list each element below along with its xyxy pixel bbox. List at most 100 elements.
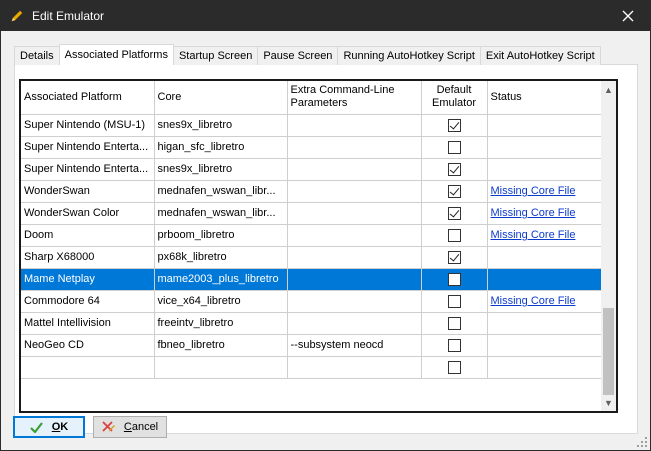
table-row[interactable]: Super Nintendo (MSU-1) snes9x_libretro xyxy=(21,114,601,137)
table-row[interactable]: Mattel Intellivision freeintv_libretro xyxy=(21,312,601,335)
cell-default-emulator[interactable] xyxy=(421,356,488,379)
default-emulator-checkbox[interactable] xyxy=(447,206,461,220)
ok-button[interactable]: OK xyxy=(13,416,85,438)
cell-default-emulator[interactable] xyxy=(421,268,488,291)
cell-platform[interactable]: Super Nintendo Enterta... xyxy=(21,158,155,181)
column-header-status[interactable]: Status xyxy=(487,81,601,115)
tab-running-autohotkey-script[interactable]: Running AutoHotkey Script xyxy=(337,46,481,65)
cell-default-emulator[interactable] xyxy=(421,114,488,137)
platform-grid[interactable]: Associated Platform Core Extra Command-L… xyxy=(19,79,601,413)
cell-status xyxy=(487,312,601,335)
cell-default-emulator[interactable] xyxy=(421,290,488,313)
cell-default-emulator[interactable] xyxy=(421,334,488,357)
default-emulator-checkbox[interactable] xyxy=(447,228,461,242)
tab-details[interactable]: Details xyxy=(14,46,60,65)
cell-extra-params[interactable] xyxy=(287,268,422,291)
default-emulator-checkbox[interactable] xyxy=(447,162,461,176)
close-icon[interactable] xyxy=(605,0,651,31)
cell-core[interactable]: snes9x_libretro xyxy=(154,158,288,181)
table-row[interactable] xyxy=(21,356,601,379)
scroll-down-icon[interactable]: ▼ xyxy=(601,394,616,411)
missing-core-file-link[interactable]: Missing Core File xyxy=(491,185,576,197)
cell-core[interactable] xyxy=(154,356,288,379)
cell-extra-params[interactable] xyxy=(287,246,422,269)
tab-exit-autohotkey-script[interactable]: Exit AutoHotkey Script xyxy=(479,46,601,65)
cell-extra-params[interactable] xyxy=(287,290,422,313)
cell-platform[interactable]: Super Nintendo (MSU-1) xyxy=(21,114,155,137)
table-row[interactable]: Commodore 64 vice_x64_libretro Missing Cor… xyxy=(21,290,601,313)
cell-platform[interactable]: WonderSwan Color xyxy=(21,202,155,225)
cell-platform[interactable]: Doom xyxy=(21,224,155,247)
missing-core-file-link[interactable]: Missing Core File xyxy=(491,229,576,241)
resize-grip-icon[interactable] xyxy=(637,437,647,447)
default-emulator-checkbox[interactable] xyxy=(447,360,461,374)
cell-extra-params[interactable] xyxy=(287,312,422,335)
cell-default-emulator[interactable] xyxy=(421,312,488,335)
tab-pause-screen[interactable]: Pause Screen xyxy=(257,46,339,65)
table-row[interactable]: Super Nintendo Enterta... higan_sfc_libre… xyxy=(21,136,601,159)
table-row[interactable]: NeoGeo CD fbneo_libretro --subsystem neocd xyxy=(21,334,601,357)
cell-extra-params[interactable] xyxy=(287,356,422,379)
default-emulator-checkbox[interactable] xyxy=(447,338,461,352)
column-header-core[interactable]: Core xyxy=(154,81,288,115)
cell-default-emulator[interactable] xyxy=(421,180,488,203)
default-emulator-checkbox[interactable] xyxy=(447,184,461,198)
default-emulator-checkbox[interactable] xyxy=(447,140,461,154)
cell-extra-params[interactable] xyxy=(287,158,422,181)
cell-core[interactable]: mednafen_wswan_libr... xyxy=(154,180,288,203)
cell-core[interactable]: fbneo_libretro xyxy=(154,334,288,357)
table-row[interactable]: Sharp X68000 px68k_libretro xyxy=(21,246,601,269)
cell-platform[interactable]: Sharp X68000 xyxy=(21,246,155,269)
tab-startup-screen[interactable]: Startup Screen xyxy=(172,46,259,65)
checkmark-icon xyxy=(449,250,459,262)
cell-extra-params[interactable]: --subsystem neocd xyxy=(287,334,422,357)
cell-platform[interactable]: Commodore 64 xyxy=(21,290,155,313)
table-row[interactable]: Super Nintendo Enterta... snes9x_libretro xyxy=(21,158,601,181)
cell-platform[interactable]: WonderSwan xyxy=(21,180,155,203)
cell-core[interactable]: px68k_libretro xyxy=(154,246,288,269)
default-emulator-checkbox[interactable] xyxy=(447,316,461,330)
column-header-default-emulator[interactable]: Default Emulator xyxy=(421,81,488,115)
missing-core-file-link[interactable]: Missing Core File xyxy=(491,295,576,307)
scrollbar-thumb[interactable] xyxy=(603,308,614,395)
cell-platform[interactable]: Mattel Intellivision xyxy=(21,312,155,335)
cell-default-emulator[interactable] xyxy=(421,224,488,247)
cell-platform[interactable] xyxy=(21,356,155,379)
default-emulator-checkbox[interactable] xyxy=(447,118,461,132)
cancel-button[interactable]: Cancel xyxy=(93,416,167,438)
cell-extra-params[interactable] xyxy=(287,114,422,137)
cell-platform[interactable]: NeoGeo CD xyxy=(21,334,155,357)
table-row[interactable]: WonderSwan mednafen_wswan_libr... Missing … xyxy=(21,180,601,203)
window-body: Details Associated Platforms Startup Scr… xyxy=(0,31,651,451)
cell-extra-params[interactable] xyxy=(287,224,422,247)
cell-platform[interactable]: Super Nintendo Enterta... xyxy=(21,136,155,159)
cell-default-emulator[interactable] xyxy=(421,246,488,269)
table-row[interactable]: Doom prboom_libretro Missing Core File xyxy=(21,224,601,247)
cell-core[interactable]: prboom_libretro xyxy=(154,224,288,247)
default-emulator-checkbox[interactable] xyxy=(447,250,461,264)
cell-platform[interactable]: Mame Netplay xyxy=(21,268,155,291)
vertical-scrollbar[interactable]: ▲ ▼ xyxy=(601,79,618,413)
cell-core[interactable]: snes9x_libretro xyxy=(154,114,288,137)
cell-core[interactable]: higan_sfc_libretro xyxy=(154,136,288,159)
table-row[interactable]: Mame Netplay mame2003_plus_libretro xyxy=(21,268,601,291)
cell-default-emulator[interactable] xyxy=(421,136,488,159)
cell-default-emulator[interactable] xyxy=(421,158,488,181)
cell-core[interactable]: freeintv_libretro xyxy=(154,312,288,335)
cell-core[interactable]: mame2003_plus_libretro xyxy=(154,268,288,291)
column-header-platform[interactable]: Associated Platform xyxy=(21,81,155,115)
cell-extra-params[interactable] xyxy=(287,180,422,203)
cell-core[interactable]: mednafen_wswan_libr... xyxy=(154,202,288,225)
cell-extra-params[interactable] xyxy=(287,136,422,159)
cell-extra-params[interactable] xyxy=(287,202,422,225)
tab-strip: Details Associated Platforms Startup Scr… xyxy=(14,44,601,65)
cell-default-emulator[interactable] xyxy=(421,202,488,225)
tab-associated-platforms[interactable]: Associated Platforms xyxy=(58,44,174,65)
table-row[interactable]: WonderSwan Color mednafen_wswan_libr... Mi… xyxy=(21,202,601,225)
default-emulator-checkbox[interactable] xyxy=(447,294,461,308)
default-emulator-checkbox[interactable] xyxy=(447,272,461,286)
column-header-extra-params[interactable]: Extra Command-Line Parameters xyxy=(287,81,422,115)
missing-core-file-link[interactable]: Missing Core File xyxy=(491,207,576,219)
cell-core[interactable]: vice_x64_libretro xyxy=(154,290,288,313)
scroll-up-icon[interactable]: ▲ xyxy=(601,81,616,98)
